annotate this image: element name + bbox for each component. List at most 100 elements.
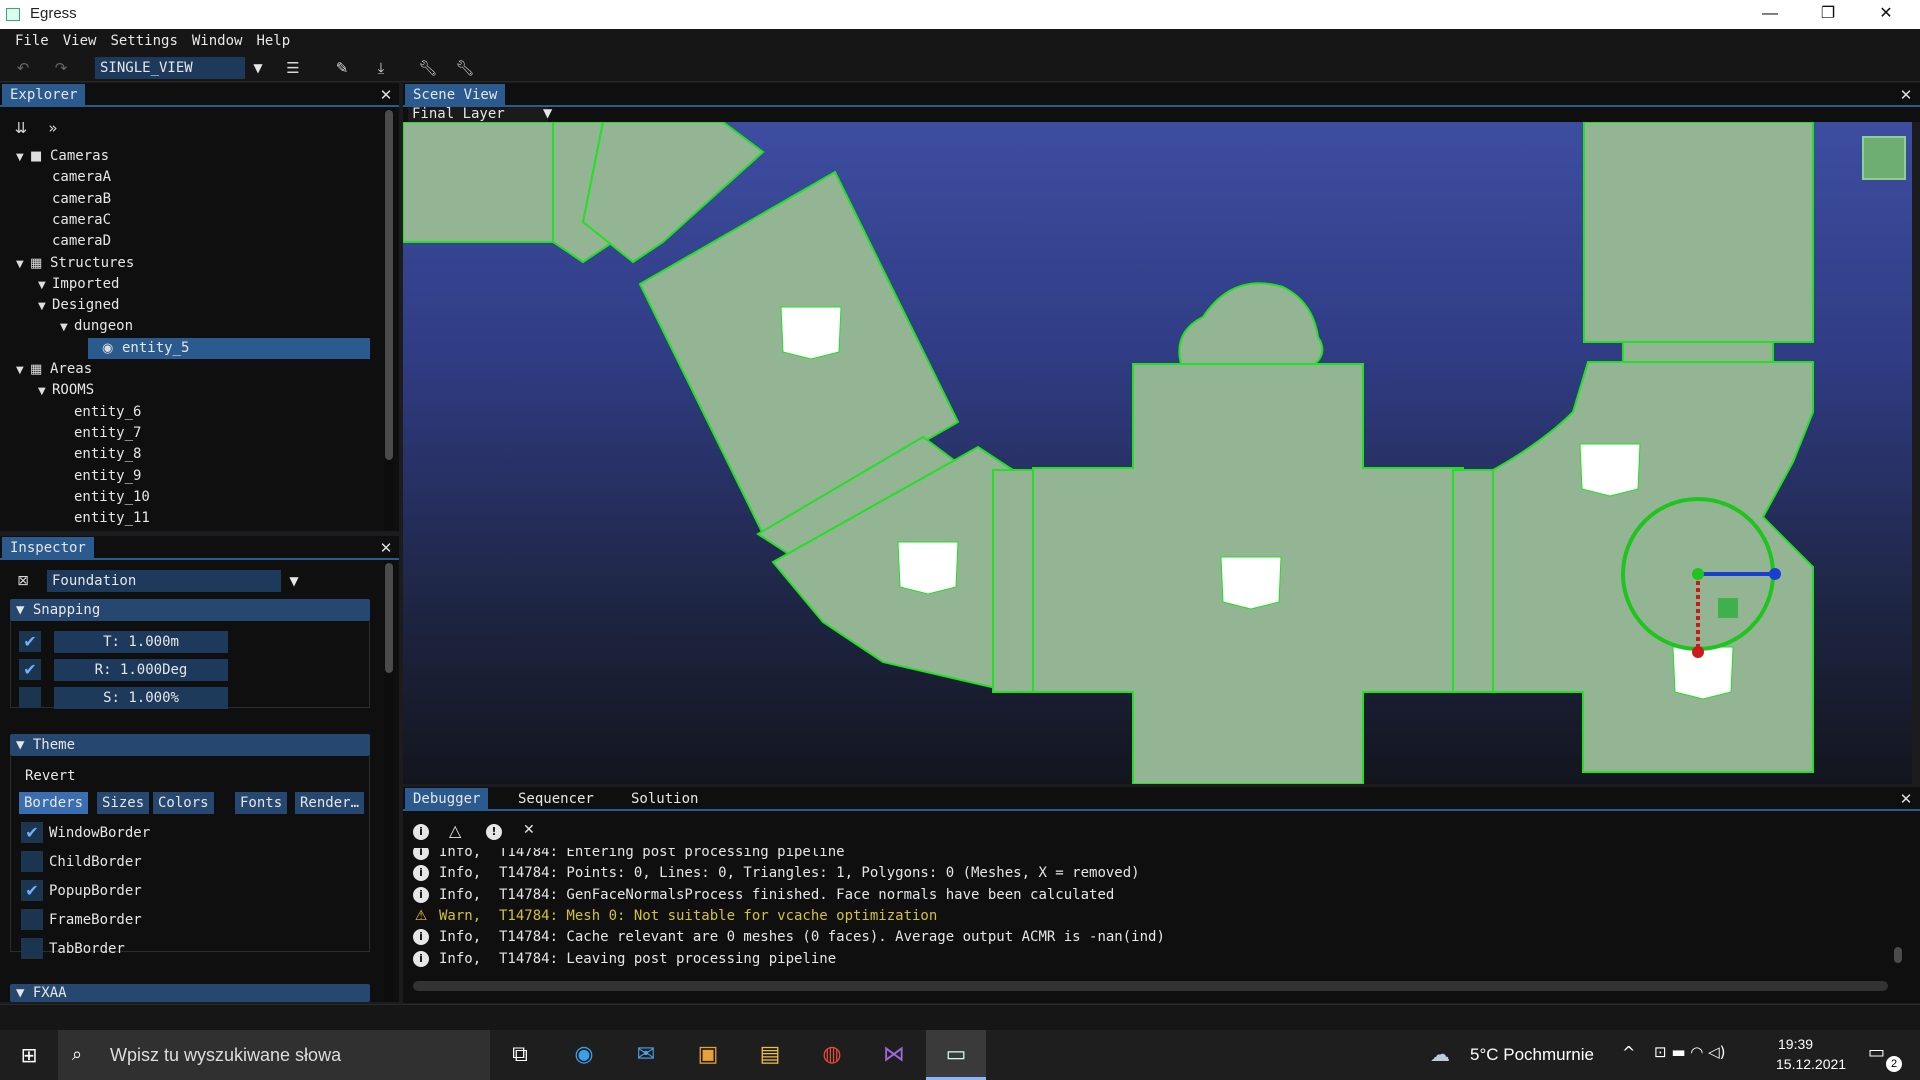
error-filter-icon[interactable]: ! — [486, 824, 502, 840]
taskbar-search[interactable]: ⌕ Wpisz tu wyszukiwane słowa — [58, 1030, 490, 1080]
inspector-scrollbar[interactable] — [384, 561, 394, 1001]
menu-settings[interactable]: Settings — [103, 29, 184, 53]
tree-item[interactable]: cameraC — [38, 210, 111, 231]
redo-icon[interactable]: ↷ — [48, 57, 74, 79]
tab-sequencer[interactable]: Sequencer — [510, 788, 602, 811]
theme-option-checkbox[interactable]: ✔ — [21, 880, 43, 901]
tree-item[interactable]: ▼ Designed — [38, 295, 119, 316]
download-icon[interactable]: ⤓ — [368, 57, 394, 79]
close-icon[interactable]: ✕ — [1896, 789, 1916, 809]
tab-sizes[interactable]: Sizes — [97, 792, 150, 814]
close-icon[interactable]: ✕ — [376, 538, 396, 558]
tree-item[interactable]: entity_10 — [60, 487, 150, 508]
tree-item[interactable]: ▼ ▦ Areas — [16, 359, 92, 380]
visual-studio-icon[interactable]: ⋈ — [864, 1030, 924, 1080]
expand-arrow-icon[interactable]: ▼ — [16, 147, 30, 168]
tab-inspector[interactable]: Inspector — [2, 537, 94, 560]
chevron-down-icon[interactable]: ▼ — [543, 106, 552, 120]
theme-option-checkbox[interactable]: ✔ — [21, 822, 43, 843]
undo-icon[interactable]: ↶ — [10, 57, 36, 79]
log-v-scrollbar[interactable] — [1893, 847, 1905, 977]
revert-button[interactable]: Revert — [25, 768, 76, 784]
tree-item[interactable]: ▼ Imported — [38, 274, 119, 295]
chevron-down-icon[interactable]: ▼ — [284, 570, 304, 592]
tree-item[interactable]: entity_9 — [60, 466, 141, 487]
tray-icons[interactable]: ⊡ ▬ ◠ ◁) — [1654, 1043, 1726, 1061]
layer-select[interactable]: Final Layer — [408, 107, 548, 122]
warning-filter-icon[interactable]: △ — [449, 821, 461, 840]
close-window-button[interactable]: ✕ — [1857, 0, 1915, 29]
tree-item[interactable]: ◉ entity_5 — [88, 337, 370, 359]
expand-arrow-icon[interactable]: ▼ — [16, 360, 30, 381]
scene-viewport[interactable] — [403, 122, 1912, 784]
tree-item[interactable]: entity_8 — [60, 444, 141, 465]
mail-icon[interactable]: ✉ — [616, 1030, 676, 1080]
tree-item[interactable]: cameraB — [38, 189, 111, 210]
edge-icon[interactable]: ◉ — [554, 1030, 614, 1080]
tab-explorer[interactable]: Explorer — [2, 84, 86, 107]
expand-arrow-icon[interactable]: ▼ — [38, 381, 52, 402]
expand-arrow-icon[interactable]: ▼ — [16, 254, 30, 275]
layout-icon[interactable]: ☰ — [280, 57, 306, 79]
close-icon[interactable]: ✕ — [1896, 85, 1916, 105]
tools-icon[interactable]: 🔧︎ — [452, 57, 478, 79]
chevron-down-icon[interactable]: ▼ — [248, 57, 268, 79]
tree-item[interactable]: entity_6 — [60, 402, 141, 423]
tab-scene-view[interactable]: Scene View — [405, 84, 506, 107]
tray-chevron-icon[interactable]: ^ — [1622, 1043, 1635, 1062]
component-select[interactable]: Foundation — [47, 570, 281, 592]
tree-item[interactable]: cameraA — [38, 167, 111, 188]
fxaa-header[interactable]: ▼ FXAA — [10, 984, 370, 1002]
explorer-scrollbar[interactable] — [384, 108, 394, 530]
scale-snap-checkbox[interactable] — [19, 687, 41, 708]
expand-arrow-icon[interactable]: ▼ — [38, 275, 52, 296]
windows-start-icon[interactable]: ⊞ — [0, 1030, 58, 1080]
tree-item[interactable]: entity_11 — [60, 508, 150, 529]
translate-snap-checkbox[interactable]: ✔ — [19, 631, 41, 652]
clock-date[interactable]: 15.12.2021 — [1776, 1056, 1846, 1072]
notifications-icon[interactable]: ▭ — [1868, 1042, 1885, 1063]
maximize-button[interactable]: ❐ — [1799, 0, 1857, 29]
menu-view[interactable]: View — [56, 29, 104, 53]
info-filter-icon[interactable]: i — [413, 824, 429, 840]
menu-help[interactable]: Help — [249, 29, 297, 53]
tab-solution[interactable]: Solution — [623, 788, 706, 811]
close-icon[interactable]: ✕ — [376, 85, 396, 105]
tree-item[interactable]: cameraD — [38, 231, 111, 252]
tree-item[interactable]: ▼ ▦ Structures — [16, 253, 134, 274]
view-mode-select[interactable]: SINGLE_VIEW — [95, 57, 245, 79]
store-icon[interactable]: ▣ — [678, 1030, 738, 1080]
scale-snap-field[interactable]: S: 1.000% — [54, 687, 228, 709]
tab-render[interactable]: Render… — [295, 792, 365, 814]
theme-option-checkbox[interactable] — [21, 909, 43, 930]
tree-item[interactable]: ▼ ROOMS — [38, 380, 94, 401]
chrome-icon[interactable]: ◍ — [802, 1030, 862, 1080]
file-explorer-icon[interactable]: ▤ — [740, 1030, 800, 1080]
tab-colors[interactable]: Colors — [153, 792, 214, 814]
clock-time[interactable]: 19:39 — [1778, 1036, 1813, 1052]
tree-item[interactable]: ▼ ■ Cameras — [16, 146, 109, 167]
translate-snap-field[interactable]: T: 1.000m — [54, 631, 228, 653]
expand-arrow-icon[interactable]: ▼ — [38, 296, 52, 317]
weather-text[interactable]: 5°C Pochmurnie — [1470, 1045, 1594, 1065]
clear-log-icon[interactable]: ✕ — [523, 822, 535, 838]
tree-item[interactable]: ▼ dungeon — [60, 316, 133, 337]
expand-arrow-icon[interactable]: ▼ — [60, 317, 74, 338]
tab-debugger[interactable]: Debugger — [405, 788, 489, 811]
menu-window[interactable]: Window — [185, 29, 250, 53]
theme-option-checkbox[interactable] — [21, 851, 43, 872]
menu-file[interactable]: File — [8, 29, 56, 53]
tab-borders[interactable]: Borders — [19, 792, 89, 814]
tab-fonts[interactable]: Fonts — [235, 792, 288, 814]
theme-header[interactable]: ▼ Theme — [10, 734, 370, 756]
theme-option-checkbox[interactable] — [21, 938, 43, 959]
edit-icon[interactable]: ✎ — [329, 57, 355, 79]
log-h-scrollbar[interactable] — [413, 981, 1888, 991]
rotate-snap-field[interactable]: R: 1.000Deg — [54, 659, 228, 681]
tree-item[interactable]: entity_7 — [60, 423, 141, 444]
wrench-icon[interactable]: 🔧︎ — [415, 57, 441, 79]
expand-all-icon[interactable]: » — [40, 117, 66, 139]
egress-app-icon[interactable]: ▭ — [926, 1030, 986, 1080]
collapse-all-icon[interactable]: ⇊ — [8, 117, 34, 139]
task-view-icon[interactable]: ⧉ — [490, 1030, 550, 1080]
